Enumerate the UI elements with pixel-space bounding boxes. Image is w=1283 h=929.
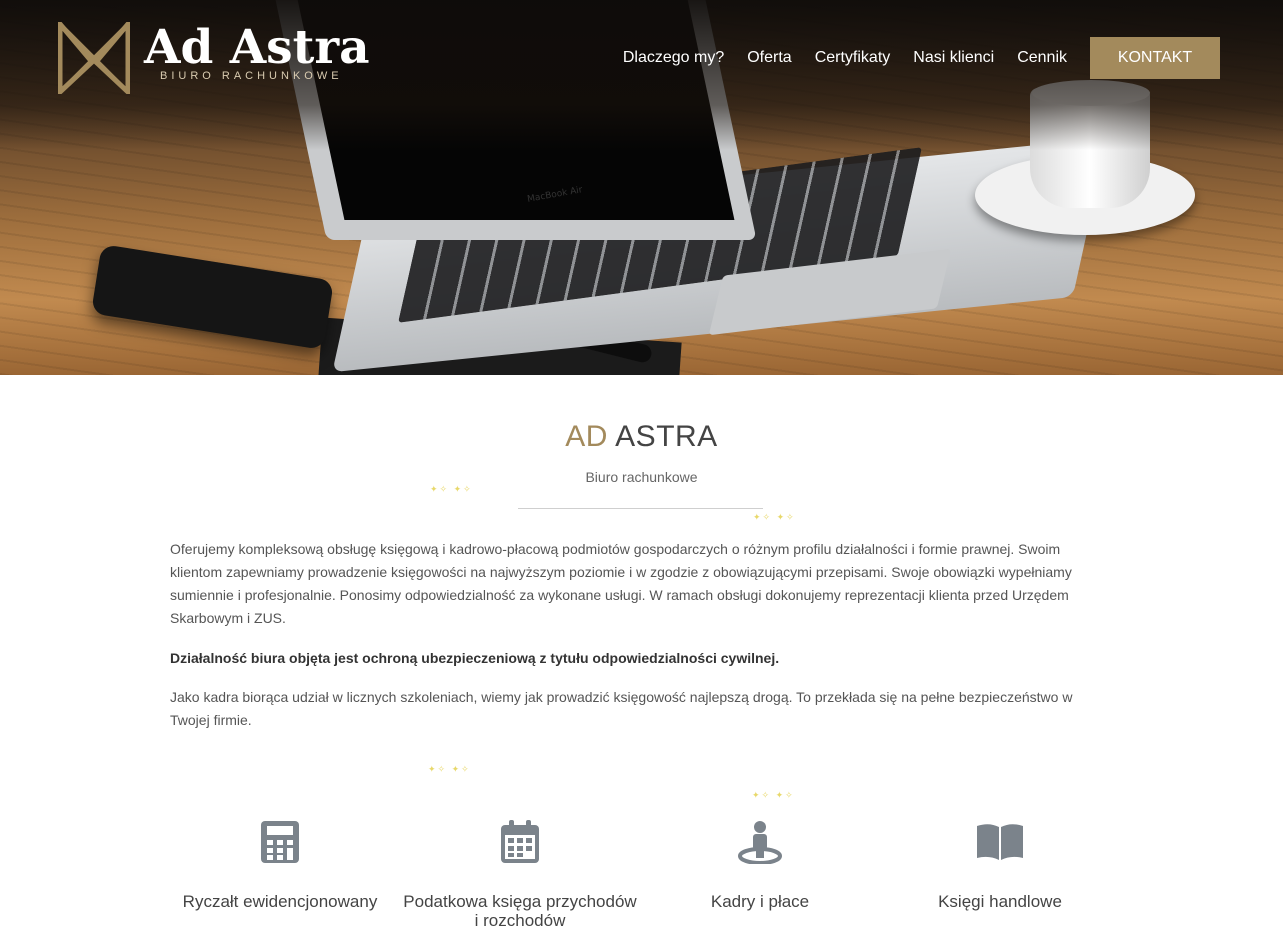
service-label: Podatkowa księga przychodów i rozchodów — [403, 892, 637, 929]
logo-mark-icon — [58, 22, 130, 94]
service-item[interactable]: Kadry i płace — [640, 812, 880, 929]
nav-item-nasi-klienci[interactable]: Nasi klienci — [913, 49, 994, 67]
title-accent: AD — [565, 420, 608, 453]
intro-paragraph-insurance: Działalność biura objęta jest ochroną ub… — [170, 650, 780, 666]
book-icon — [970, 812, 1030, 872]
intro-paragraph-3: Jako kadra biorąca udział w licznych szk… — [170, 689, 1073, 728]
main-nav: Dlaczego my? Oferta Certyfikaty Nasi kli… — [623, 37, 1220, 79]
services-row: Ryczałt ewidencjonowany Podatkowa księga… — [160, 812, 1120, 929]
site-logo[interactable]: Ad Astra BIURO RACHUNKOWE — [58, 22, 370, 94]
sparkle-decoration: ✦✧ ✦✧ — [752, 790, 795, 800]
intro-paragraph-1: Oferujemy kompleksową obsługę księgową i… — [170, 541, 1072, 626]
nav-item-cennik[interactable]: Cennik — [1017, 49, 1067, 67]
sparkle-decoration: ✦✧ ✦✧ — [428, 764, 471, 774]
calculator-icon — [250, 812, 310, 872]
calendar-icon — [490, 812, 550, 872]
title-main: ASTRA — [615, 420, 718, 453]
logo-subtitle: BIURO RACHUNKOWE — [160, 70, 343, 82]
service-label: Ryczałt ewidencjonowany — [182, 892, 378, 911]
section-subtitle: Biuro rachunkowe — [585, 469, 698, 485]
sparkle-decoration: ✦✧ ✦✧ — [753, 512, 796, 522]
contact-button[interactable]: KONTAKT — [1090, 37, 1220, 79]
section-divider — [518, 508, 763, 509]
nav-item-oferta[interactable]: Oferta — [747, 49, 791, 67]
sparkle-decoration: ✦✧ ✦✧ — [430, 484, 473, 494]
service-item[interactable]: Księgi handlowe — [880, 812, 1120, 929]
nav-item-dlaczego-my[interactable]: Dlaczego my? — [623, 49, 724, 67]
service-item[interactable]: Ryczałt ewidencjonowany — [160, 812, 400, 929]
logo-title: Ad Astra — [144, 20, 370, 75]
service-item[interactable]: Podatkowa księga przychodów i rozchodów — [400, 812, 640, 929]
section-title: AD ASTRA — [0, 420, 1283, 454]
nav-item-certyfikaty[interactable]: Certyfikaty — [815, 49, 891, 67]
service-label: Księgi handlowe — [938, 892, 1062, 911]
service-label: Kadry i płace — [710, 892, 810, 911]
person-pin-icon — [730, 812, 790, 872]
hero-banner: MacBook Air Ad Astra BIURO RACHUNKOWE Dl… — [0, 0, 1283, 375]
